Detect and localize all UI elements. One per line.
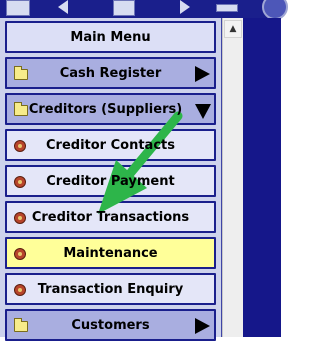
menu-item-transaction-enquiry[interactable]: Transaction Enquiry	[5, 273, 216, 305]
circle-icon[interactable]	[262, 0, 288, 20]
collapse-arrow-down-icon	[195, 104, 211, 119]
folder-icon	[14, 318, 28, 332]
scroll-up-button[interactable]: ▲	[224, 20, 242, 38]
main-menu-title-label: Main Menu	[70, 29, 151, 45]
menu-item-creditor-payment[interactable]: Creditor Payment	[5, 165, 216, 197]
target-icon	[14, 212, 26, 224]
expand-arrow-right-icon	[195, 318, 210, 334]
window-icon[interactable]	[6, 0, 30, 16]
target-icon	[14, 140, 26, 152]
toolbar	[0, 0, 288, 20]
menu-item-label: Creditor Contacts	[46, 137, 175, 153]
target-icon	[14, 176, 26, 188]
menu-item-label: Transaction Enquiry	[37, 281, 184, 297]
content-pane	[243, 18, 281, 337]
document-icon[interactable]	[113, 0, 135, 16]
menu-item-label: Creditors (Suppliers)	[28, 101, 183, 117]
target-icon	[14, 248, 26, 260]
menu-item-label: Cash Register	[59, 65, 162, 81]
menu-item-creditor-transactions[interactable]: Creditor Transactions	[5, 201, 216, 233]
folder-icon	[14, 102, 28, 116]
expand-arrow-right-icon	[195, 66, 210, 82]
bar-icon[interactable]	[216, 4, 238, 12]
menu-item-creditor-contacts[interactable]: Creditor Contacts	[5, 129, 216, 161]
folder-icon	[14, 66, 28, 80]
main-menu-title: Main Menu	[5, 21, 216, 53]
menu-item-cash-register[interactable]: Cash Register	[5, 57, 216, 89]
menu-scrollbar[interactable]: ▲	[222, 18, 243, 337]
target-icon	[14, 284, 26, 296]
menu-item-label: Customers	[71, 317, 150, 333]
menu-item-maintenance[interactable]: Maintenance	[5, 237, 216, 269]
forward-arrow-icon[interactable]	[180, 0, 190, 14]
back-arrow-icon[interactable]	[58, 0, 68, 14]
menu-item-customers[interactable]: Customers	[5, 309, 216, 341]
main-menu-panel: Main Menu Cash Register Creditors (Suppl…	[0, 18, 222, 341]
menu-item-creditors[interactable]: Creditors (Suppliers)	[5, 93, 216, 125]
menu-item-label: Creditor Transactions	[31, 209, 190, 225]
menu-item-label: Maintenance	[63, 245, 158, 261]
menu-item-label: Creditor Payment	[46, 173, 175, 189]
